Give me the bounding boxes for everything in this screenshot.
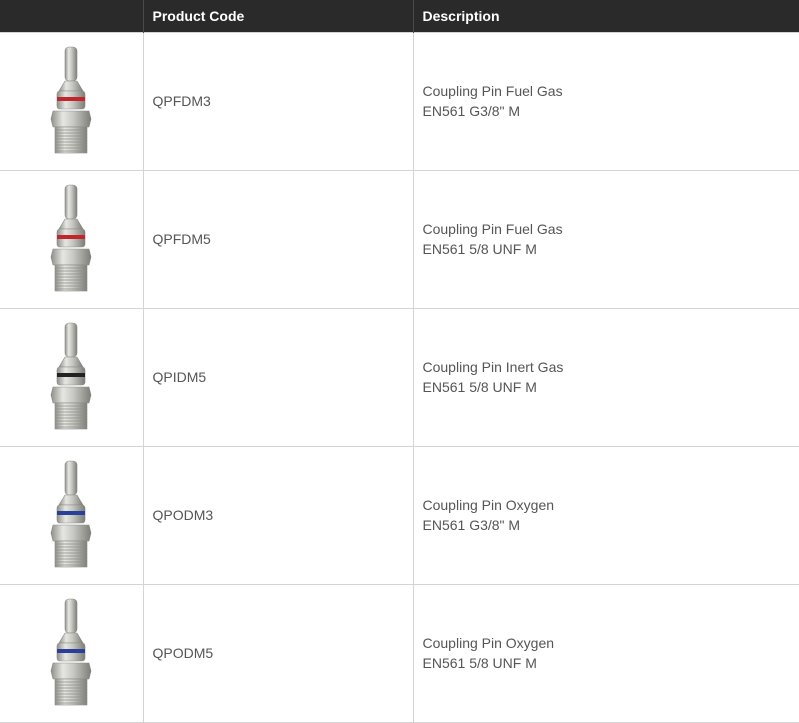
product-description: Coupling Pin Oxygen EN561 5/8 UNF M xyxy=(412,583,799,723)
product-code: QPODM5 xyxy=(142,583,414,723)
table-header-row: Product Code Description xyxy=(0,0,799,32)
product-image-cell xyxy=(0,583,144,723)
product-description: Coupling Pin Fuel Gas EN561 5/8 UNF M xyxy=(412,169,799,309)
table-row: QPODM3 Coupling Pin Oxygen EN561 G3/8" M xyxy=(0,445,799,585)
coupling-pin-image[interactable] xyxy=(41,41,101,161)
product-code: QPFDM3 xyxy=(142,31,414,171)
table-row: QPFDM5 Coupling Pin Fuel Gas EN561 5/8 U… xyxy=(0,169,799,309)
header-image xyxy=(0,0,143,32)
description-line-2: EN561 5/8 UNF M xyxy=(422,655,537,671)
product-image-cell xyxy=(0,169,144,309)
product-table: Product Code Description QPFDM3 Coupling… xyxy=(0,0,799,723)
header-product-code[interactable]: Product Code xyxy=(142,0,413,32)
table-row: QPIDM5 Coupling Pin Inert Gas EN561 5/8 … xyxy=(0,307,799,447)
description-line-1: Coupling Pin Inert Gas xyxy=(422,359,564,375)
product-description: Coupling Pin Fuel Gas EN561 G3/8" M xyxy=(412,31,799,171)
description-line-2: EN561 5/8 UNF M xyxy=(422,379,537,395)
description-line-2: EN561 5/8 UNF M xyxy=(422,241,537,257)
coupling-pin-image[interactable] xyxy=(41,317,101,437)
product-description: Coupling Pin Oxygen EN561 G3/8" M xyxy=(412,445,799,585)
coupling-pin-image[interactable] xyxy=(41,593,101,713)
product-code: QPIDM5 xyxy=(142,307,414,447)
product-description: Coupling Pin Inert Gas EN561 5/8 UNF M xyxy=(412,307,799,447)
product-image-cell xyxy=(0,445,144,585)
product-code: QPODM3 xyxy=(142,445,414,585)
product-image-cell xyxy=(0,31,144,171)
table-row: QPFDM3 Coupling Pin Fuel Gas EN561 G3/8"… xyxy=(0,31,799,171)
coupling-pin-image[interactable] xyxy=(41,455,101,575)
table-row: QPODM5 Coupling Pin Oxygen EN561 5/8 UNF… xyxy=(0,583,799,723)
description-line-2: EN561 G3/8" M xyxy=(422,103,521,119)
description-line-1: Coupling Pin Fuel Gas xyxy=(422,83,563,99)
product-image-cell xyxy=(0,307,144,447)
description-line-1: Coupling Pin Oxygen xyxy=(422,635,555,651)
description-line-1: Coupling Pin Oxygen xyxy=(422,497,555,513)
header-description[interactable]: Description xyxy=(412,0,799,32)
description-line-1: Coupling Pin Fuel Gas xyxy=(422,221,563,237)
product-code: QPFDM5 xyxy=(142,169,414,309)
coupling-pin-image[interactable] xyxy=(41,179,101,299)
description-line-2: EN561 G3/8" M xyxy=(422,517,521,533)
